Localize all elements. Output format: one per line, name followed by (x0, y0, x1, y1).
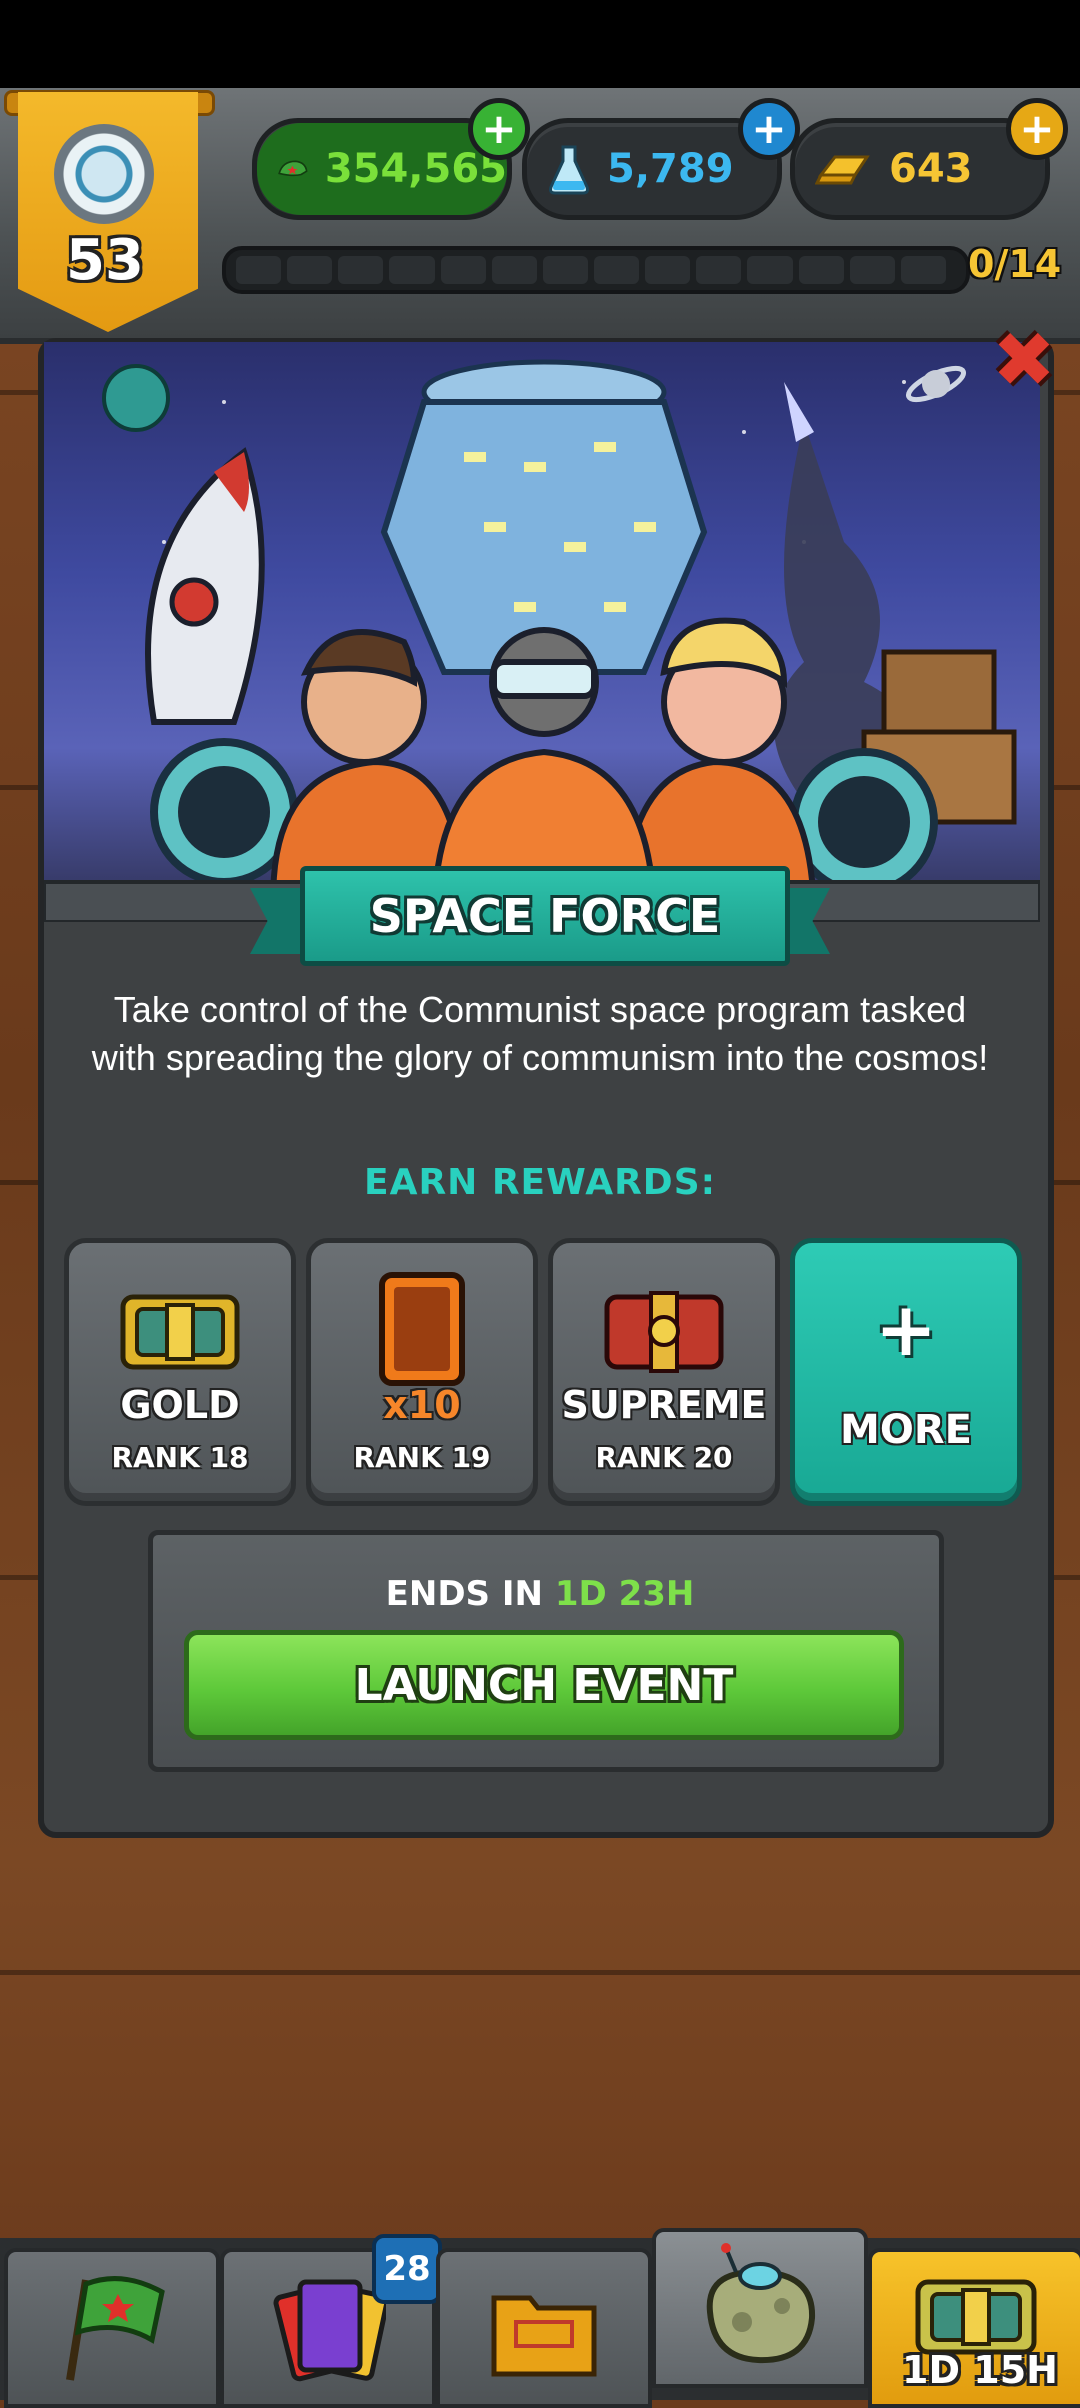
progress-segment (900, 256, 946, 284)
nav-folder-button[interactable] (436, 2248, 652, 2408)
chest-timer: 1D 15H (902, 2348, 1058, 2392)
reward-label: GOLD (120, 1383, 240, 1427)
launch-event-button[interactable]: LAUNCH EVENT (184, 1630, 904, 1740)
event-title: SPACE FORCE (300, 866, 790, 966)
event-illustration (44, 342, 1040, 922)
flag-icon (66, 2276, 165, 2381)
reward-card-supreme[interactable]: SUPREME RANK 20 (548, 1238, 780, 1506)
more-label: MORE (840, 1407, 972, 1453)
plus-icon: + (874, 1287, 937, 1373)
gold-chest-icon (120, 1294, 240, 1370)
progress-segment (491, 256, 537, 284)
progress-segment (389, 256, 435, 284)
ends-in-timer: ENDS IN 1D 23H (0, 1574, 1080, 1614)
ends-days: 1D (554, 1574, 607, 1614)
reward-label: x10 (383, 1383, 461, 1427)
progress-segment (440, 256, 486, 284)
reward-rank: RANK 18 (111, 1441, 249, 1474)
ends-hours: 23H (618, 1574, 695, 1614)
reward-card-cards[interactable]: x10 RANK 19 (306, 1238, 538, 1506)
flask-icon (549, 145, 589, 195)
asteroid-icon (706, 2243, 816, 2364)
gold-bar-icon (815, 155, 870, 185)
gear-icon (54, 124, 154, 224)
progress-segment (849, 256, 895, 284)
progress-segment (594, 256, 640, 284)
chest-icon (915, 2279, 1037, 2355)
progress-segment (236, 256, 282, 284)
progress-segment (338, 256, 384, 284)
cards-icon (273, 2279, 386, 2382)
gold-value: 643 (889, 146, 973, 192)
nav-flag-button[interactable] (4, 2248, 220, 2408)
progress-segment (747, 256, 793, 284)
earn-rewards-heading: EARN REWARDS: (363, 1162, 717, 1203)
add-cash-button[interactable]: + (468, 98, 530, 160)
reward-label: SUPREME (561, 1383, 767, 1427)
event-description: Take control of the Communist space prog… (91, 989, 989, 1078)
reward-card-gold[interactable]: GOLD RANK 18 (64, 1238, 296, 1506)
progress-text: 0/14 (968, 242, 1062, 286)
more-rewards-button[interactable]: + MORE (790, 1238, 1022, 1506)
science-value: 5,789 (607, 146, 734, 192)
reward-rank: RANK 20 (595, 1441, 733, 1474)
add-gold-button[interactable]: + (1006, 98, 1068, 160)
progress-segment (696, 256, 742, 284)
cap-icon (278, 160, 308, 177)
nav-asteroid-button[interactable] (652, 2228, 868, 2388)
ends-in-label: ENDS IN (385, 1574, 543, 1614)
close-button[interactable]: ✖ (984, 320, 1064, 400)
progress-segment (798, 256, 844, 284)
progress-segment (542, 256, 588, 284)
status-bar (0, 0, 1080, 88)
card-pack-icon (379, 1272, 465, 1386)
player-level: 53 (66, 228, 144, 293)
folder-icon (491, 2295, 597, 2377)
progress-segment (287, 256, 333, 284)
supreme-chest-icon (604, 1291, 724, 1373)
progress-segment (645, 256, 691, 284)
cards-badge: 28 (372, 2234, 442, 2304)
reward-rank: RANK 19 (353, 1441, 491, 1474)
